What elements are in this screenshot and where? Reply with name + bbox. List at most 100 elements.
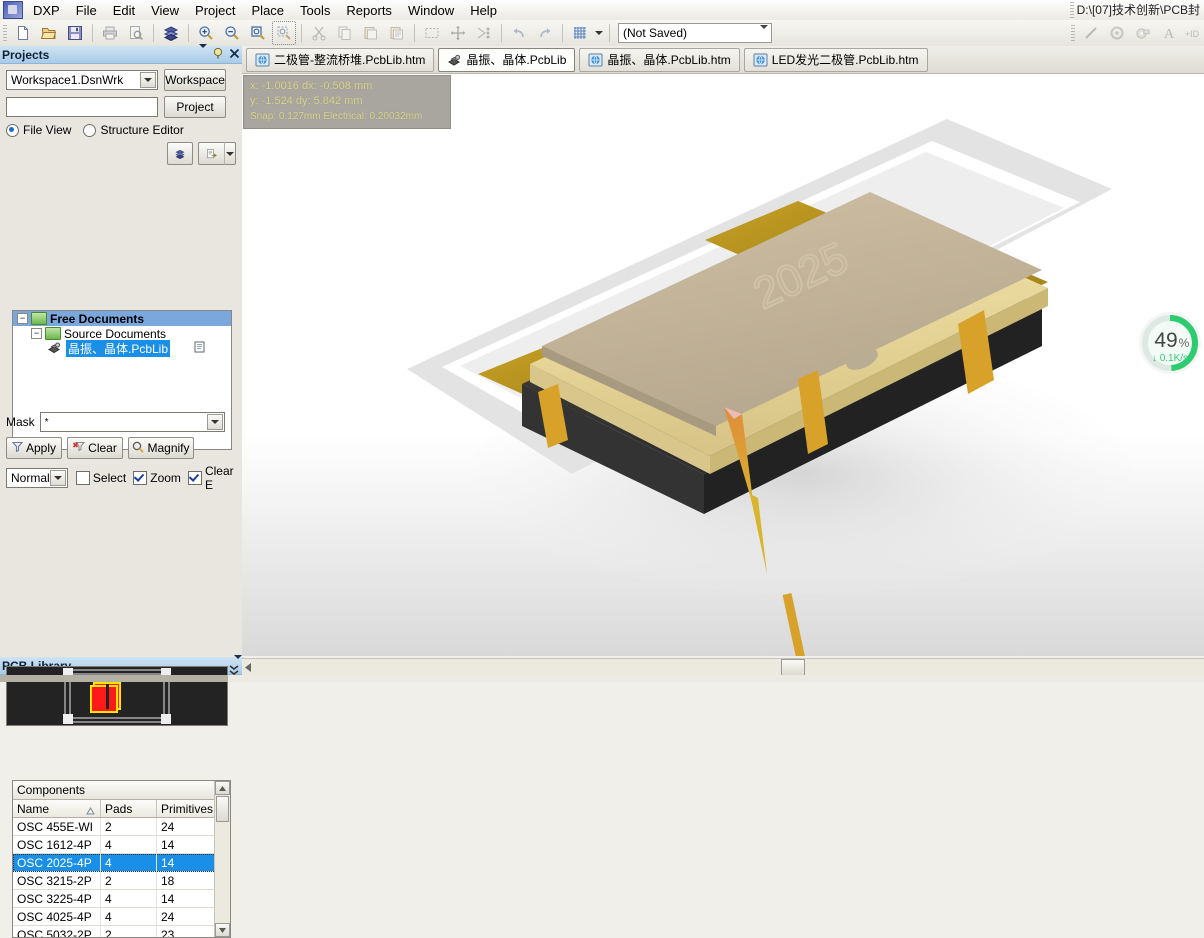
table-row[interactable]: OSC 4025-4P 4 24 — [13, 908, 230, 926]
horizontal-scroll-thumb[interactable] — [781, 659, 805, 676]
scroll-up-button[interactable] — [215, 781, 230, 795]
tree-node-source-documents[interactable]: − Source Documents — [13, 326, 231, 341]
toolbar-grip-place[interactable] — [1071, 25, 1075, 41]
print-preview-icon[interactable] — [124, 21, 148, 45]
chevron-down-icon[interactable] — [206, 414, 223, 430]
components-scrollbar[interactable] — [214, 781, 230, 937]
grid-dropdown-arrow[interactable] — [593, 22, 605, 44]
chevron-down-icon[interactable] — [49, 470, 66, 486]
table-row[interactable]: OSC 455E-WI 2 24 — [13, 818, 230, 836]
clear-filter-icon — [73, 441, 86, 455]
menu-item-tools[interactable]: Tools — [292, 1, 338, 20]
project-input[interactable] — [6, 97, 158, 117]
coordinate-line-x: x: -1.0016 dx: -0.508 mm — [250, 80, 373, 92]
menu-item-window[interactable]: Window — [400, 1, 462, 20]
toolbar-grip-main[interactable] — [3, 25, 7, 41]
document-tab-1[interactable]: 晶振、晶体.PcbLib — [438, 47, 576, 72]
menu-item-help[interactable]: Help — [462, 1, 505, 20]
redo-icon[interactable] — [533, 21, 557, 45]
table-row[interactable]: OSC 3225-4P 4 14 — [13, 890, 230, 908]
menu-item-dxp[interactable]: DXP — [25, 1, 68, 20]
new-document-icon[interactable] — [11, 21, 35, 45]
workspace-combo[interactable]: Workspace1.DsnWrk — [6, 70, 158, 90]
menu-item-place[interactable]: Place — [244, 1, 293, 20]
document-tab-0[interactable]: 二极管-整流桥堆.PcbLib.htm — [246, 47, 435, 72]
open-document-button[interactable] — [198, 142, 224, 165]
document-tab-3[interactable]: LED发光二极管.PcbLib.htm — [743, 47, 928, 72]
magnify-button[interactable]: Magnify — [128, 437, 194, 459]
radio-file-view[interactable] — [6, 123, 19, 137]
align-icon[interactable] — [472, 21, 496, 45]
panel-pin-icon[interactable] — [212, 47, 224, 62]
column-header-name[interactable]: Name — [13, 800, 101, 817]
zoom-out-icon[interactable] — [220, 21, 244, 45]
toolbar-grip[interactable] — [1069, 1, 1074, 18]
table-row[interactable]: OSC 5032-2P 2 23 — [13, 926, 230, 937]
compile-layers-button[interactable] — [167, 142, 193, 165]
tree-node-label: Free Documents — [50, 311, 145, 326]
undo-icon[interactable] — [507, 21, 531, 45]
paste-special-icon[interactable] — [385, 21, 409, 45]
panel-close-icon[interactable] — [229, 48, 240, 62]
zoom-area-icon[interactable] — [246, 21, 270, 45]
radio-structure-editor[interactable] — [83, 123, 97, 137]
clear-existing-checkbox[interactable] — [187, 471, 202, 485]
snap-grid-combo[interactable]: (Not Saved) — [618, 23, 772, 43]
table-row[interactable]: OSC 1612-4P 4 14 — [13, 836, 230, 854]
tree-node-free-documents[interactable]: − Free Documents — [13, 311, 231, 326]
table-row[interactable]: OSC 2025-4P 4 14 — [13, 854, 230, 872]
scroll-down-button[interactable] — [215, 923, 230, 937]
download-progress-widget[interactable]: 49 % ↓ 0.1K/s — [1136, 309, 1204, 377]
viewport-horizontal-scrollbar[interactable] — [242, 658, 1204, 676]
os-taskbar-buttons[interactable] — [228, 675, 1204, 682]
select-area-icon[interactable] — [420, 21, 444, 45]
select-checkbox[interactable] — [75, 471, 90, 485]
project-button[interactable]: Project — [164, 96, 226, 118]
mode-combo[interactable]: Normal — [6, 468, 68, 488]
save-icon[interactable] — [63, 21, 87, 45]
zoom-in-icon[interactable] — [194, 21, 218, 45]
column-header-pads[interactable]: Pads — [101, 800, 157, 817]
mask-input[interactable]: * — [39, 412, 225, 432]
layers-icon[interactable] — [159, 21, 183, 45]
menu-item-edit[interactable]: Edit — [105, 1, 143, 20]
scroll-thumb[interactable] — [216, 796, 229, 822]
scroll-left-button[interactable] — [245, 661, 251, 675]
cut-icon[interactable] — [307, 21, 331, 45]
collapse-icon[interactable]: − — [17, 313, 28, 324]
panel-menu-icon[interactable] — [199, 43, 207, 62]
move-icon[interactable] — [446, 21, 470, 45]
place-pad-icon[interactable] — [1131, 21, 1155, 45]
apply-button[interactable]: Apply — [6, 437, 62, 459]
pcb-3d-viewport[interactable]: 2025 — [242, 74, 1204, 656]
components-column-headers: Name Pads Primitives — [13, 800, 230, 818]
workspace-button[interactable]: Workspace — [164, 69, 226, 91]
cell-pads: 4 — [101, 890, 157, 907]
table-row[interactable]: OSC 3215-2P 2 18 — [13, 872, 230, 890]
place-line-icon[interactable] — [1079, 21, 1103, 45]
paste-icon[interactable] — [359, 21, 383, 45]
zoom-selected-icon[interactable] — [272, 21, 296, 45]
menu-item-file[interactable]: File — [68, 1, 105, 20]
place-component-id-icon[interactable]: +ID — [1183, 21, 1201, 45]
components-list[interactable]: Components Name Pads Primitives OSC 455E… — [12, 780, 231, 938]
open-document-dropdown[interactable] — [224, 142, 236, 165]
menu-item-project[interactable]: Project — [187, 1, 243, 20]
place-via-icon[interactable] — [1105, 21, 1129, 45]
document-tab-2[interactable]: 晶振、晶体.PcbLib.htm — [579, 47, 740, 72]
open-folder-icon[interactable] — [37, 21, 61, 45]
grid-icon[interactable] — [568, 21, 592, 45]
menu-item-reports[interactable]: Reports — [338, 1, 400, 20]
cell-primitives: 14 — [157, 890, 217, 907]
copy-icon[interactable] — [333, 21, 357, 45]
collapse-icon[interactable]: − — [31, 328, 42, 339]
tree-node-pcblib[interactable]: 晶振、晶体.PcbLib — [13, 340, 231, 357]
clear-button[interactable]: Clear — [67, 437, 123, 459]
place-string-icon[interactable]: A — [1157, 21, 1181, 45]
components-rows: OSC 455E-WI 2 24 OSC 1612-4P 4 14 OSC 2025-4P 4… — [13, 818, 230, 937]
print-icon[interactable] — [98, 21, 122, 45]
chevron-down-icon[interactable] — [140, 72, 156, 88]
menu-item-view[interactable]: View — [143, 1, 187, 20]
zoom-checkbox[interactable] — [133, 471, 148, 485]
column-header-primitives[interactable]: Primitives — [157, 800, 217, 817]
